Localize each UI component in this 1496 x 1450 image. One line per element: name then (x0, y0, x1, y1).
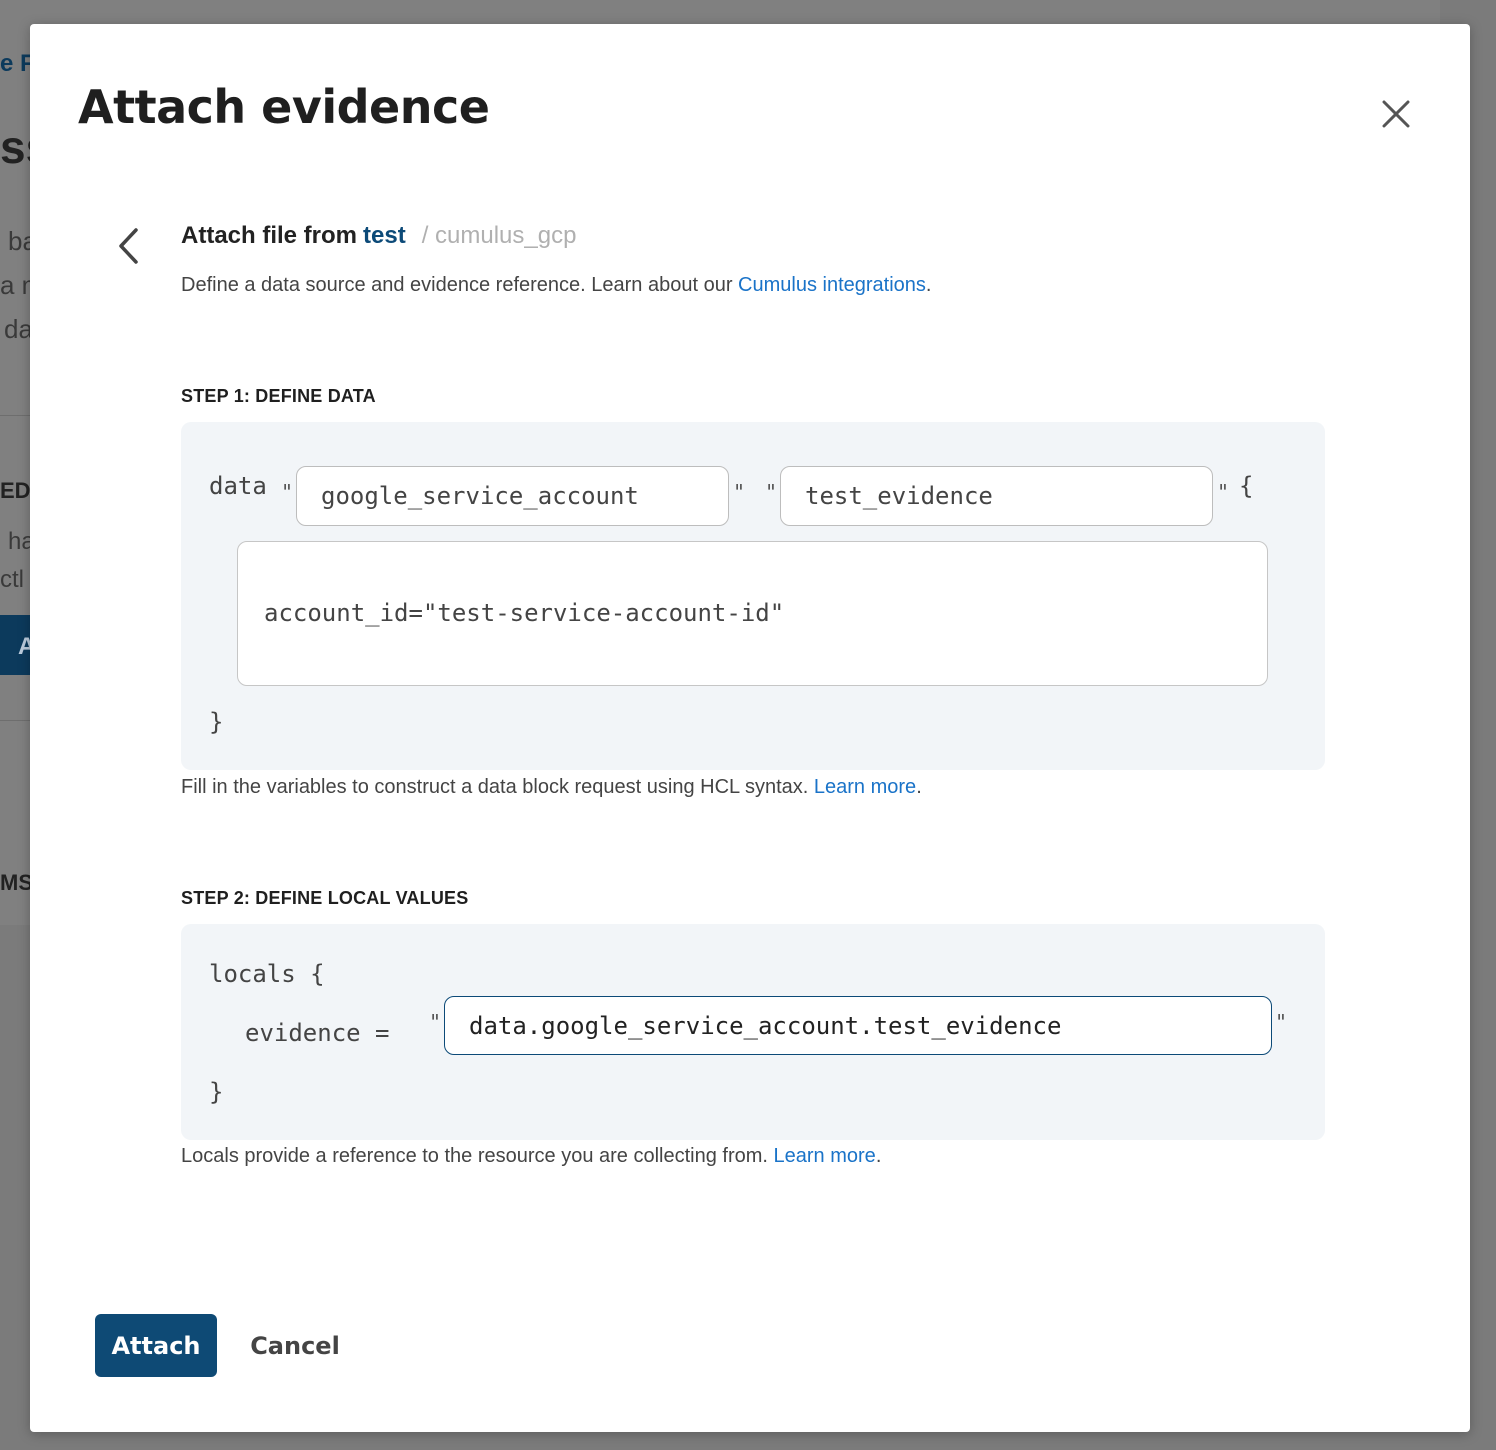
close-brace: } (209, 708, 224, 736)
locals-keyword: locals { (209, 960, 325, 988)
close-icon (1382, 100, 1410, 128)
step2-help: Locals provide a reference to the resour… (181, 1145, 882, 1167)
background-text: ctl (0, 566, 24, 593)
quote-mark: " (733, 480, 746, 504)
data-name-input[interactable] (780, 466, 1213, 526)
modal-title: Attach evidence (78, 80, 490, 134)
background-text: da (4, 314, 33, 344)
evidence-key: evidence = (245, 1019, 390, 1047)
step1-help: Fill in the variables to construct a dat… (181, 776, 922, 798)
data-block-editor: data " " " " { account_id="test-service-… (181, 422, 1325, 770)
evidence-value-input[interactable] (444, 996, 1272, 1055)
quote-mark: " (1217, 480, 1230, 504)
cumulus-integrations-link[interactable]: Cumulus integrations (738, 274, 926, 296)
locals-block-editor: locals { evidence = " " } (181, 924, 1325, 1140)
step1-label: STEP 1: DEFINE DATA (181, 386, 376, 406)
quote-mark: " (765, 480, 778, 504)
source-breadcrumb: Attach file from test / cumulus_gcp (181, 222, 576, 250)
chevron-left-icon (119, 228, 138, 264)
step2-learn-more-link[interactable]: Learn more (774, 1145, 876, 1167)
step2-label: STEP 2: DEFINE LOCAL VALUES (181, 888, 469, 908)
source-description: Define a data source and evidence refere… (181, 274, 932, 296)
step1-learn-more-link[interactable]: Learn more (814, 776, 916, 798)
close-brace: } (209, 1078, 224, 1106)
attach-evidence-modal: Attach evidence Attach file from test / cu… (30, 24, 1470, 1432)
data-type-input[interactable] (296, 466, 729, 526)
back-button[interactable] (110, 224, 146, 268)
attach-button[interactable]: Attach (95, 1314, 217, 1377)
data-keyword: data (209, 472, 267, 500)
quote-mark: " (429, 1010, 442, 1034)
integration-link[interactable]: test (363, 222, 406, 249)
close-button[interactable] (1376, 94, 1416, 134)
breadcrumb-path: / cumulus_gcp (421, 222, 577, 249)
background-text: MS (0, 870, 33, 895)
data-body-textarea[interactable]: account_id="test-service-account-id" (237, 541, 1268, 686)
quote-mark: " (281, 480, 294, 504)
quote-mark: " (1275, 1010, 1288, 1034)
open-brace: { (1239, 472, 1254, 500)
cancel-button[interactable]: Cancel (240, 1314, 350, 1377)
breadcrumb-lead: Attach file from (181, 222, 358, 249)
